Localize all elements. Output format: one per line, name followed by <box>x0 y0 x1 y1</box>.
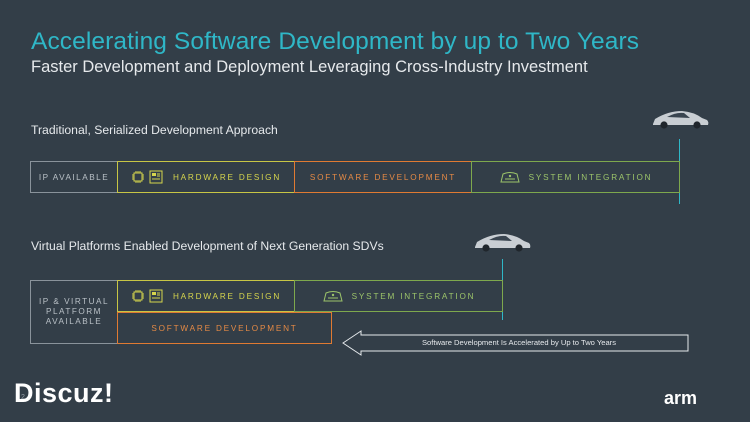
hardware-icons <box>131 289 163 303</box>
acceleration-arrow-text: Software Development Is Accelerated by U… <box>421 338 617 347</box>
ip-virtual-platform-box: IP & VIRTUAL PLATFORM AVAILABLE <box>30 280 118 344</box>
brand-logo: arm <box>664 388 698 408</box>
ip-available-box: IP AVAILABLE <box>30 161 118 193</box>
traditional-software-box: SOFTWARE DEVELOPMENT <box>294 161 472 193</box>
ip-virtual-label-line1: IP & VIRTUAL <box>38 297 110 306</box>
car-icon <box>475 234 531 252</box>
virtual-integration-label: SYSTEM INTEGRATION <box>351 291 476 301</box>
virtual-software-box: SOFTWARE DEVELOPMENT <box>117 312 332 344</box>
traditional-integration-box: SYSTEM INTEGRATION <box>471 161 680 193</box>
virtual-integration-box: SYSTEM INTEGRATION <box>294 280 503 312</box>
traditional-integration-label: SYSTEM INTEGRATION <box>528 172 653 182</box>
slide-subtitle: Faster Development and Deployment Levera… <box>31 58 588 76</box>
virtual-heading: Virtual Platforms Enabled Development of… <box>31 239 384 253</box>
chip-icon <box>131 171 144 183</box>
slide-title: Accelerating Software Development by up … <box>31 28 640 55</box>
ip-virtual-label-line3: AVAILABLE <box>45 317 103 326</box>
ip-virtual-label-line2: PLATFORM <box>46 307 102 316</box>
virtual-hardware-label: HARDWARE DESIGN <box>172 291 282 301</box>
traditional-heading: Traditional, Serialized Development Appr… <box>31 123 278 137</box>
circuit-board-icon <box>149 289 163 303</box>
chip-icon <box>131 290 144 302</box>
hardware-icons <box>131 170 163 184</box>
virtual-hardware-box: HARDWARE DESIGN <box>117 280 295 312</box>
dashboard-icon <box>323 291 343 302</box>
watermark-logo: Discuz! <box>14 378 114 408</box>
traditional-hardware-box: HARDWARE DESIGN <box>117 161 295 193</box>
circuit-board-icon <box>149 170 163 184</box>
traditional-hardware-label: HARDWARE DESIGN <box>172 172 282 182</box>
car-icon <box>653 111 709 129</box>
dashboard-icon <box>500 172 520 183</box>
